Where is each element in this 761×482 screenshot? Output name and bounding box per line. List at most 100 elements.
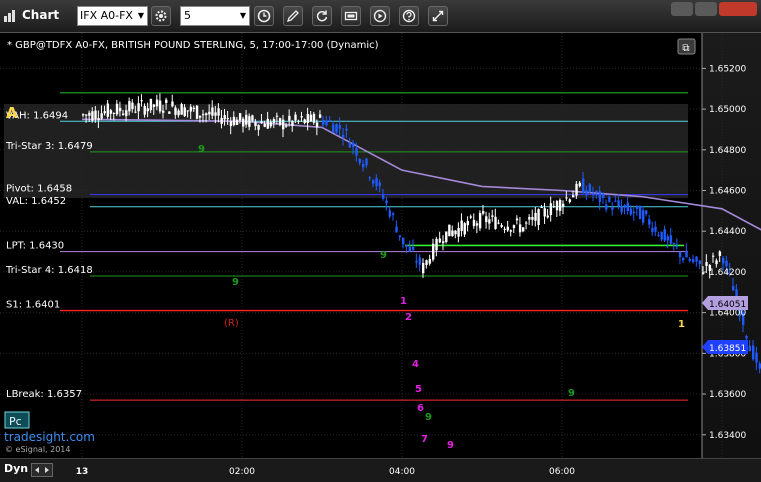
title-bar: Chart IFX A0-FX ▼ 5 ▼	[0, 0, 761, 33]
price-bar	[143, 106, 146, 115]
price-bar	[549, 203, 553, 216]
count-label: 4	[412, 359, 419, 370]
level-label: Tri-Star 3: 1.6479	[5, 141, 93, 152]
price-bar	[332, 124, 335, 133]
close-button[interactable]	[719, 2, 757, 16]
restore-panel-button[interactable]: ⧉	[677, 38, 696, 55]
time-tick-label: 04:00	[389, 467, 415, 477]
price-bar	[722, 258, 725, 264]
price-bar	[608, 196, 611, 202]
count-label: 9	[198, 144, 205, 155]
price-bar	[192, 107, 196, 110]
ma-price-value: 1.64051	[709, 300, 746, 310]
price-bar	[752, 345, 755, 360]
price-bar	[392, 213, 395, 215]
price-bar	[291, 121, 294, 127]
price-bar	[235, 119, 239, 125]
price-bar	[266, 118, 270, 129]
price-bar	[732, 286, 735, 291]
price-bar	[365, 158, 368, 166]
price-bar	[94, 110, 97, 119]
price-bar	[158, 100, 162, 112]
clock-icon	[257, 9, 271, 23]
help-icon	[402, 9, 416, 23]
symbol-input[interactable]: IFX A0-FX ▼	[77, 6, 148, 26]
price-bar	[672, 242, 676, 244]
price-bar	[675, 245, 679, 247]
price-bar	[695, 256, 698, 262]
play-icon	[373, 9, 387, 23]
price-bar	[208, 111, 211, 115]
price-bar	[482, 211, 485, 214]
price-bar	[278, 118, 282, 125]
pc-button[interactable]: Pc	[4, 411, 30, 429]
price-bar	[543, 208, 546, 217]
price-bar	[162, 110, 165, 113]
price-bar	[122, 113, 125, 116]
price-bar	[328, 120, 332, 122]
price-bar	[558, 199, 562, 211]
price-bar	[214, 112, 217, 116]
price-tick-label: 1.64400	[709, 227, 746, 237]
price-bar	[685, 251, 688, 258]
price-bar	[149, 98, 153, 111]
price-bar	[485, 216, 488, 223]
time-tick-label: 06:00	[549, 467, 575, 477]
price-bar	[688, 259, 692, 262]
count-label: 5	[415, 384, 422, 395]
count-label: 2	[405, 312, 412, 323]
refresh-button[interactable]	[312, 6, 332, 26]
price-bar	[388, 210, 392, 217]
maximize-button[interactable]	[695, 2, 717, 16]
price-bar	[488, 219, 491, 224]
price-bar	[97, 118, 100, 121]
gear-icon	[155, 10, 167, 22]
price-bar	[748, 345, 752, 352]
minimize-button[interactable]	[671, 2, 693, 16]
tradesight-watermark: tradesight.com	[4, 430, 95, 444]
price-bar	[626, 202, 630, 212]
data-window-icon	[344, 11, 358, 21]
price-bar	[645, 210, 648, 214]
help-button[interactable]	[399, 6, 419, 26]
price-bar	[555, 200, 559, 211]
price-bar	[578, 182, 582, 187]
price-bar	[491, 215, 494, 217]
price-bar	[242, 118, 245, 127]
chevron-down-icon[interactable]: ▼	[138, 7, 144, 25]
time-tick-label: 13	[76, 467, 89, 477]
price-bar	[312, 113, 316, 123]
play-button[interactable]	[370, 6, 390, 26]
price-bar	[300, 116, 303, 118]
price-bar	[435, 238, 438, 251]
symbol-settings-button[interactable]	[151, 6, 171, 26]
price-bar	[572, 195, 575, 198]
price-bar	[352, 142, 355, 147]
chevron-down-icon[interactable]: ▼	[240, 7, 246, 25]
time-axis-bar[interactable]: Dyn 1302:0004:0006:0008:0010:0012:0014:0…	[0, 458, 761, 482]
price-bar	[85, 114, 88, 116]
interval-input[interactable]: 5 ▼	[180, 6, 250, 26]
price-bar	[525, 222, 528, 224]
price-bar	[588, 184, 592, 193]
price-bar	[342, 134, 345, 138]
price-bar	[642, 210, 645, 223]
price-bar	[448, 224, 451, 237]
price-bar	[418, 257, 422, 265]
price-bar	[171, 101, 174, 107]
price-bar	[248, 116, 251, 127]
pc-label: Pc	[9, 415, 22, 428]
price-bar	[254, 122, 257, 126]
draw-tool-button[interactable]	[283, 6, 303, 26]
link-button[interactable]	[428, 6, 448, 26]
price-tick-label: 1.64600	[709, 187, 746, 197]
price-bar	[660, 231, 663, 240]
price-bar	[494, 216, 497, 229]
price-bar	[140, 100, 143, 102]
interval-clock-button[interactable]	[254, 6, 274, 26]
price-bar	[469, 216, 473, 218]
price-chart[interactable]: VAH: 1.6494Tri-Star 3: 1.6479Pivot: 1.64…	[0, 33, 761, 481]
cursor-window-button[interactable]	[341, 6, 361, 26]
price-bar	[125, 110, 128, 117]
price-bar	[288, 115, 291, 121]
